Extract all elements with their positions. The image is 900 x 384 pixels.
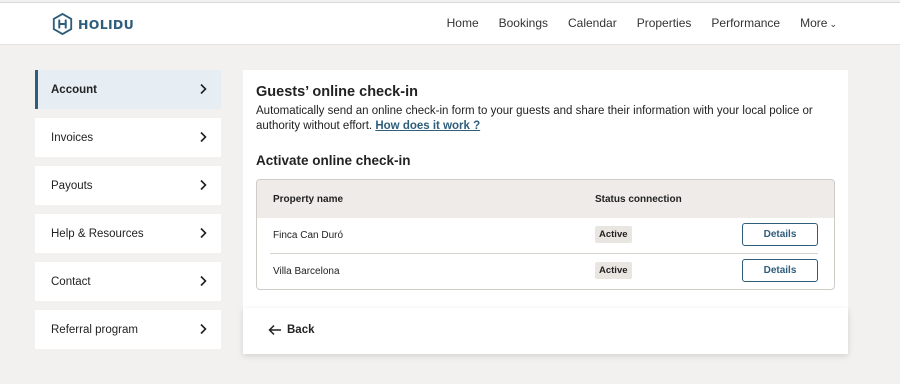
holidu-logo-icon bbox=[52, 13, 73, 35]
sidebar-item-help-resources[interactable]: Help & Resources bbox=[35, 214, 221, 253]
description-text: Automatically send an online check-in fo… bbox=[256, 105, 813, 132]
column-header-status: Status connection bbox=[595, 194, 682, 205]
chevron-right-icon bbox=[200, 179, 207, 191]
online-checkin-card: Guests’ online check-in Automatically se… bbox=[243, 70, 848, 308]
status-badge: Active bbox=[595, 262, 632, 279]
nav-bookings[interactable]: Bookings bbox=[499, 16, 548, 30]
page-description: Automatically send an online check-in fo… bbox=[256, 104, 826, 133]
logo-text: HOLIDU bbox=[78, 16, 135, 32]
sidebar-item-label: Account bbox=[51, 83, 97, 96]
chevron-right-icon bbox=[200, 131, 207, 143]
sidebar-item-label: Payouts bbox=[51, 179, 93, 192]
sidebar-item-payouts[interactable]: Payouts bbox=[35, 166, 221, 205]
properties-table: Property name Status connection Finca Ca… bbox=[256, 179, 835, 290]
top-header: HOLIDU Home Bookings Calendar Properties… bbox=[0, 2, 900, 45]
sidebar-item-referral-program[interactable]: Referral program bbox=[35, 310, 221, 349]
sidebar-item-contact[interactable]: Contact bbox=[35, 262, 221, 301]
nav-more[interactable]: More ⌄ bbox=[800, 16, 837, 30]
chevron-down-icon: ⌄ bbox=[829, 19, 837, 29]
chevron-right-icon bbox=[200, 83, 207, 95]
sidebar-item-label: Contact bbox=[51, 275, 91, 288]
chevron-right-icon bbox=[200, 323, 207, 335]
table-header: Property name Status connection bbox=[257, 180, 834, 218]
status-badge: Active bbox=[595, 226, 632, 243]
chevron-right-icon bbox=[200, 227, 207, 239]
details-button[interactable]: Details bbox=[742, 259, 818, 282]
arrow-left-icon bbox=[268, 324, 281, 336]
table-row: Finca Can Duró Active Details bbox=[257, 218, 834, 254]
holidu-logo[interactable]: HOLIDU bbox=[52, 13, 134, 35]
sidebar-item-label: Help & Resources bbox=[51, 227, 144, 240]
nav-home[interactable]: Home bbox=[447, 16, 479, 30]
sidebar-item-label: Referral program bbox=[51, 323, 138, 336]
nav-more-label: More bbox=[800, 16, 828, 30]
chevron-right-icon bbox=[200, 275, 207, 287]
column-header-property-name: Property name bbox=[273, 194, 344, 205]
nav-calendar[interactable]: Calendar bbox=[568, 16, 617, 30]
main-nav: Home Bookings Calendar Properties Perfor… bbox=[447, 16, 837, 30]
sidebar-item-account[interactable]: Account bbox=[35, 70, 221, 109]
property-name: Finca Can Duró bbox=[273, 230, 344, 241]
back-label: Back bbox=[287, 324, 315, 336]
page-title: Guests’ online check-in bbox=[256, 84, 418, 100]
property-name: Villa Barcelona bbox=[273, 266, 340, 277]
footer-bar: Back bbox=[243, 308, 848, 354]
how-does-it-work-link[interactable]: How does it work ? bbox=[375, 120, 480, 132]
sidebar-item-label: Invoices bbox=[51, 131, 94, 144]
table-row: Villa Barcelona Active Details bbox=[257, 254, 834, 289]
section-title: Activate online check-in bbox=[256, 153, 411, 168]
back-button[interactable]: Back bbox=[268, 323, 315, 337]
details-button[interactable]: Details bbox=[742, 223, 818, 246]
sidebar-item-invoices[interactable]: Invoices bbox=[35, 118, 221, 157]
nav-properties[interactable]: Properties bbox=[637, 16, 692, 30]
nav-performance[interactable]: Performance bbox=[711, 16, 780, 30]
